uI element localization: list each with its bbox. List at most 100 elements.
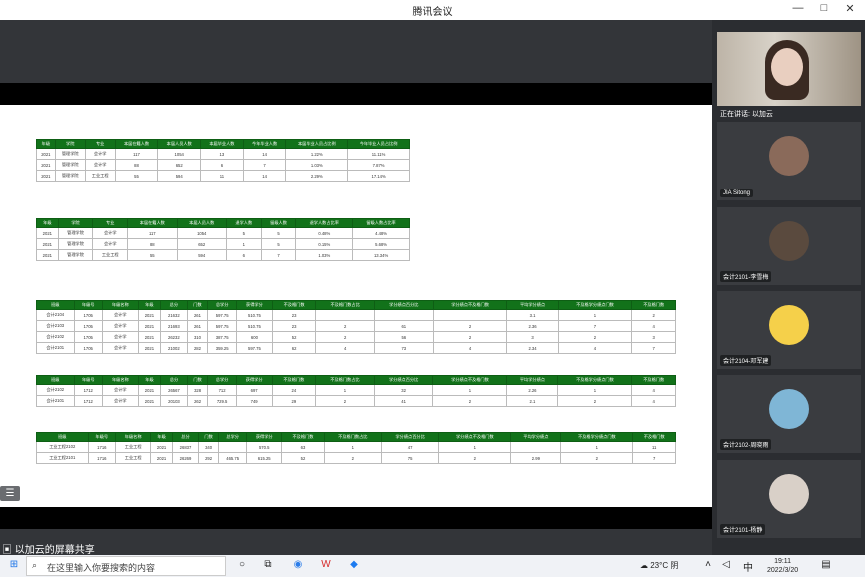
table-cell: 2 — [557, 331, 633, 343]
table-cell: 4 — [631, 320, 676, 332]
table-cell: 261 — [186, 309, 209, 321]
table-header: 专业 — [92, 218, 129, 228]
table-header: 不及格门数 — [632, 432, 676, 442]
table-header: 年级 — [36, 139, 56, 149]
participant-tile[interactable]: 会计2102-周晓雨 — [717, 375, 861, 453]
table-header: 专业 — [84, 139, 116, 149]
participant-tile[interactable]: 会计2104-邓军建 — [717, 291, 861, 369]
table-cell: 387.75 — [207, 331, 237, 343]
table-cell: 2021 — [36, 148, 56, 160]
table-cell: 29 — [271, 395, 317, 407]
minimize-button[interactable]: — — [790, 2, 806, 14]
table-cell: 2 — [432, 320, 508, 332]
table-cell: 697 — [235, 384, 273, 396]
table-cell: 510.75 — [235, 309, 273, 321]
table-cell: 600 — [235, 331, 273, 343]
search-icon: ⌕ — [32, 560, 38, 570]
table-header: 退学人数 — [225, 218, 262, 228]
table-cell: 23 — [271, 320, 317, 332]
table-cell: 会计学 — [101, 384, 139, 396]
table-cell: 7 — [242, 159, 287, 171]
clock-time: 19:11 — [774, 558, 792, 565]
table-header: 本届在籍人数 — [114, 139, 159, 149]
shared-document: 年级 学院 专业 本届在籍人数 本届人员人数 本届毕业人数 今年毕业人数 本届毕… — [0, 105, 712, 507]
notification-icon[interactable]: ▤ — [818, 559, 834, 573]
tencent-meeting-icon[interactable]: ◆ — [346, 559, 362, 573]
table-cell: 4 — [631, 384, 676, 396]
participant-tile-speaker[interactable]: 正在讲话: 以加云 — [717, 32, 861, 124]
table-cell: 62 — [271, 342, 317, 354]
table-cell: 340 — [197, 441, 220, 453]
table-cell: 2 — [432, 331, 508, 343]
volume-icon[interactable]: ◁ — [718, 559, 734, 573]
table-header: 不及格门数 — [271, 300, 317, 310]
table-cell: 0.48% — [295, 227, 354, 239]
table-cell: 会计2103 — [36, 320, 75, 332]
table-cell: 会计2101 — [36, 395, 75, 407]
wps-icon[interactable]: W — [318, 559, 334, 573]
table-cell: 310 — [186, 331, 209, 343]
ime-icon[interactable]: 中 — [740, 559, 756, 574]
table-header: 获得学分 — [235, 300, 273, 310]
weather-widget[interactable]: ☁ 23°C 阴 — [640, 560, 678, 571]
table-cell: 会计2102 — [36, 331, 75, 343]
screen-share-label: ▣ 以加云的屏幕共享 — [2, 541, 95, 556]
table-header: 学分绩点不及格门数 — [432, 300, 508, 310]
table-cell: 1716 — [87, 452, 117, 464]
table-cell: 管理学院 — [57, 238, 94, 250]
avatar — [769, 389, 809, 429]
participant-name-text: 会计2101-杨静 — [723, 528, 763, 534]
participant-tile[interactable]: JIA Sitong — [717, 122, 861, 200]
chevron-up-icon[interactable]: ˄ — [700, 559, 716, 573]
windows-start-icon[interactable]: ⊞ — [6, 559, 22, 573]
table-cell: 管理学院 — [54, 148, 86, 160]
participant-tile[interactable]: 会计2101-杨静 — [717, 460, 861, 538]
table-cell: 7 — [260, 249, 297, 261]
table-cell: 会计学 — [84, 148, 116, 160]
table-header: 年级号 — [73, 375, 103, 385]
table-cell: 594 — [157, 170, 202, 182]
table-cell: 会计2104 — [36, 309, 75, 321]
taskbar-search[interactable]: ⌕ 在这里输入你要搜索的内容 — [26, 556, 226, 576]
taskbar-clock[interactable]: 19:11 2022/3/20 — [767, 557, 798, 575]
class-score-table-engineering: 班级 年级号 年级名称 年级 总分 门数 总学分 获得学分 不及格门数 不及格门… — [36, 432, 676, 464]
participant-name: 会计2102-周晓雨 — [720, 439, 772, 450]
table-cell: 5 — [260, 227, 297, 239]
table-cell: 26269 — [172, 452, 199, 464]
table-cell: 597.75 — [235, 342, 273, 354]
table-cell: 13 — [200, 148, 244, 160]
letterbox-top — [0, 83, 712, 105]
table-cell: 6 — [225, 249, 262, 261]
table-cell: 7 — [557, 320, 633, 332]
table-cell: 1705 — [73, 320, 103, 332]
cortana-icon[interactable]: ○ — [234, 559, 250, 573]
table-cell: 2.29% — [285, 170, 349, 182]
table-header: 班级 — [36, 432, 89, 442]
table-cell: 1712 — [73, 395, 103, 407]
table-cell: 75 — [380, 452, 440, 464]
participant-tile[interactable]: 会计2101-李雪梅 — [717, 207, 861, 285]
table-cell: 工业工程 — [84, 170, 116, 182]
table-cell: 73 — [373, 342, 434, 354]
table-header: 年级 — [137, 300, 162, 310]
table-cell: 465.75 — [218, 452, 248, 464]
table-cell: 会计学 — [84, 159, 116, 171]
participant-name: 会计2101-李雪梅 — [720, 271, 772, 282]
table-cell: 2.1 — [506, 395, 559, 407]
task-view-icon[interactable]: ⧉ — [260, 559, 276, 573]
title-bar: 腾讯会议 — □ ✕ — [0, 0, 865, 20]
table-header: 年级号 — [87, 432, 117, 442]
maximize-button[interactable]: □ — [816, 2, 832, 14]
table-cell: 88 — [114, 159, 159, 171]
avatar — [769, 136, 809, 176]
edge-icon[interactable]: ◉ — [290, 559, 306, 573]
table-cell: 2021 — [150, 441, 174, 453]
table-cell: 7 — [631, 342, 676, 354]
list-view-button[interactable]: ☰ — [0, 486, 20, 501]
table-cell: 5 — [260, 238, 297, 250]
close-button[interactable]: ✕ — [842, 2, 858, 15]
table-header: 门数 — [186, 375, 209, 385]
table-cell — [510, 441, 562, 453]
table-cell: 117 — [114, 148, 159, 160]
table-cell: 1054 — [176, 227, 227, 239]
